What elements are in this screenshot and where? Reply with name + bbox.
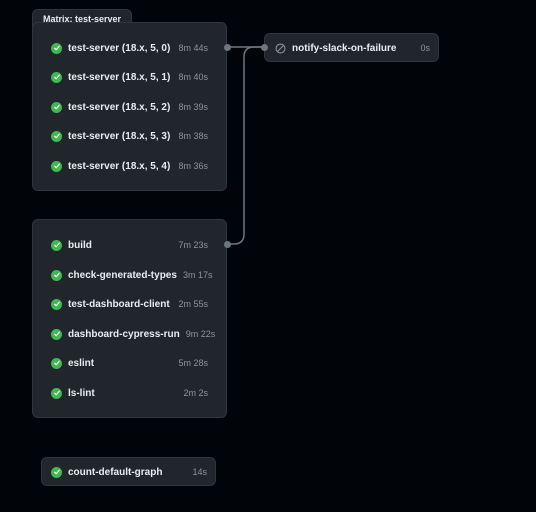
job-name: test-server (18.x, 5, 4) <box>68 160 171 172</box>
job-duration: 8m 36s <box>178 161 208 171</box>
job-ls-lint[interactable]: ls-lint 2m 2s <box>33 381 226 405</box>
job-name: notify-slack-on-failure <box>292 42 397 54</box>
edge-build-to-notify <box>228 46 264 245</box>
job-name: test-dashboard-client <box>68 298 170 310</box>
success-check-icon <box>51 328 62 340</box>
job-duration: 8m 39s <box>178 102 208 112</box>
standalone-job-card[interactable]: count-default-graph 14s <box>41 457 216 486</box>
job-name: test-server (18.x, 5, 3) <box>68 130 171 142</box>
success-check-icon <box>51 466 62 478</box>
job-duration: 9m 22s <box>185 329 216 339</box>
job-test-dashboard-client[interactable]: test-dashboard-client 2m 55s <box>33 292 226 316</box>
success-check-icon <box>51 269 62 281</box>
job-name: test-server (18.x, 5, 2) <box>68 101 171 113</box>
matrix-group: test-server (18.x, 5, 0) 8m 44s test-ser… <box>32 22 227 191</box>
job-notify-slack-on-failure[interactable]: notify-slack-on-failure 0s <box>265 36 438 60</box>
success-check-icon <box>51 130 62 142</box>
job-duration: 8m 38s <box>178 131 208 141</box>
job-name: count-default-graph <box>68 466 163 478</box>
success-check-icon <box>51 71 62 83</box>
job-test-server-2[interactable]: test-server (18.x, 5, 2) 8m 39s <box>33 95 226 119</box>
job-name: build <box>68 239 92 251</box>
edge-connector-dot <box>224 44 231 51</box>
success-check-icon <box>51 387 62 399</box>
build-group: build 7m 23s check-generated-types 3m 17… <box>32 219 227 418</box>
job-eslint[interactable]: eslint 5m 28s <box>33 351 226 375</box>
skipped-icon <box>275 42 286 54</box>
notify-job-card[interactable]: notify-slack-on-failure 0s <box>264 33 439 62</box>
job-dashboard-cypress-run[interactable]: dashboard-cypress-run 9m 22s <box>33 322 226 346</box>
job-duration: 3m 17s <box>182 270 213 280</box>
success-check-icon <box>51 298 62 310</box>
edge-connector-dot <box>224 241 231 248</box>
job-test-server-1[interactable]: test-server (18.x, 5, 1) 8m 40s <box>33 65 226 89</box>
job-name: test-server (18.x, 5, 1) <box>68 71 171 83</box>
job-build[interactable]: build 7m 23s <box>33 233 226 257</box>
job-name: ls-lint <box>68 387 95 399</box>
job-duration: 7m 23s <box>178 240 208 250</box>
job-name: check-generated-types <box>68 269 177 281</box>
edge-connector-dot <box>261 44 268 51</box>
job-duration: 0s <box>420 43 430 53</box>
job-test-server-4[interactable]: test-server (18.x, 5, 4) 8m 36s <box>33 154 226 178</box>
job-duration: 8m 44s <box>178 43 208 53</box>
success-check-icon <box>51 239 62 251</box>
job-test-server-0[interactable]: test-server (18.x, 5, 0) 8m 44s <box>33 36 226 60</box>
success-check-icon <box>51 42 62 54</box>
success-check-icon <box>51 101 62 113</box>
job-test-server-3[interactable]: test-server (18.x, 5, 3) 8m 38s <box>33 124 226 148</box>
job-duration: 2m 2s <box>183 388 208 398</box>
job-name: test-server (18.x, 5, 0) <box>68 42 171 54</box>
job-name: dashboard-cypress-run <box>68 328 180 340</box>
success-check-icon <box>51 160 62 172</box>
job-duration: 5m 28s <box>178 358 208 368</box>
job-count-default-graph[interactable]: count-default-graph 14s <box>42 460 215 484</box>
job-duration: 2m 55s <box>178 299 208 309</box>
success-check-icon <box>51 357 62 369</box>
job-duration: 14s <box>192 467 207 477</box>
job-name: eslint <box>68 357 95 369</box>
job-duration: 8m 40s <box>178 72 208 82</box>
job-check-generated-types[interactable]: check-generated-types 3m 17s <box>33 263 226 287</box>
